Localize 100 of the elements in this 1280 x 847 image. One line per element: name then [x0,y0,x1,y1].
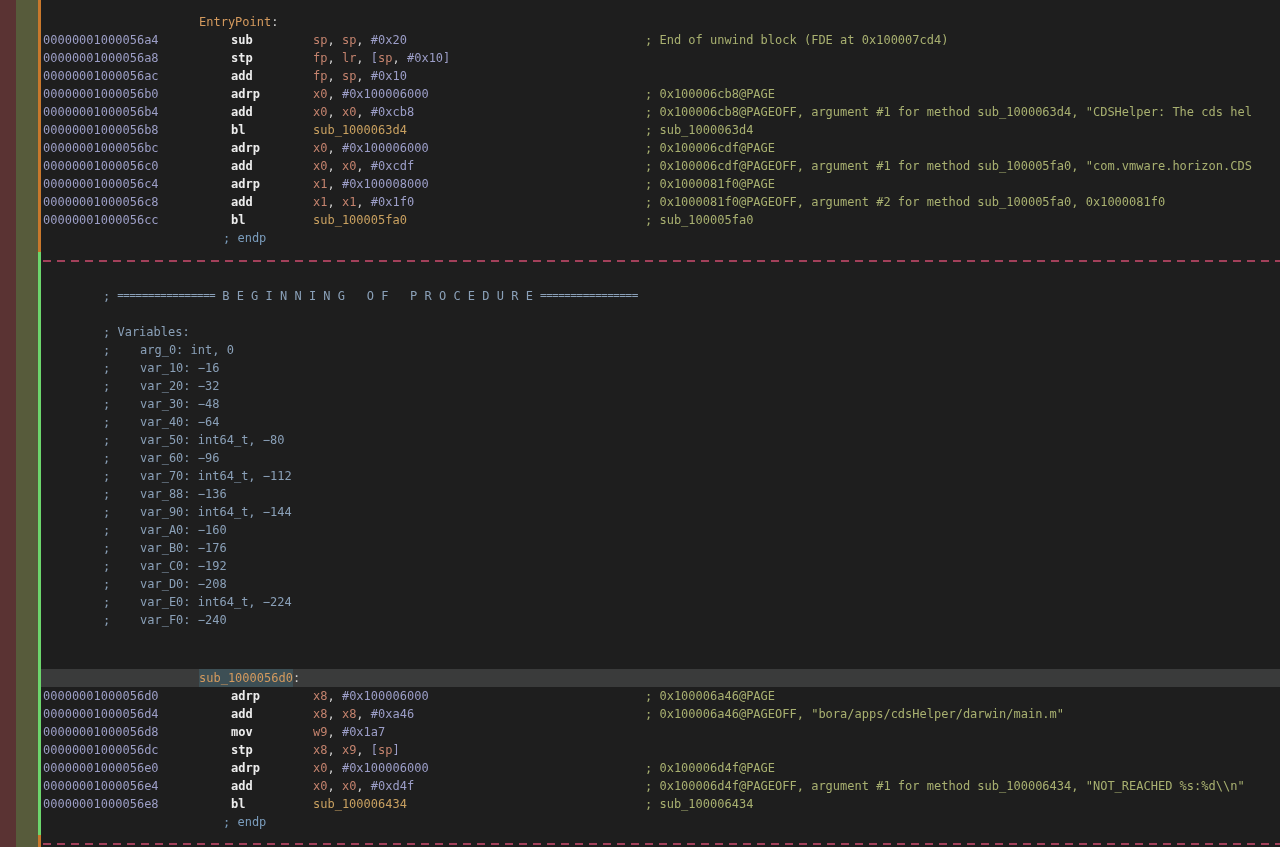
comment-mark: ; [103,288,111,305]
operands: x1, #0x100008000 [313,176,430,193]
comment-mark: ; [103,486,112,503]
comment: ; sub_100005fa0 [645,212,754,229]
mnemonic: add [231,706,254,723]
comment-mark: ; [103,450,112,467]
variable-entry: var_A0: −160 [140,522,227,539]
comment: ; sub_100006434 [645,796,754,813]
comment: ; 0x100006cb8@PAGEOFF, argument #1 for method sub_1000063d4, "CDSHelper: The cds hel [645,104,1252,121]
operands: x0, #0x100006000 [313,140,430,157]
mnemonic: adrp [231,140,261,157]
comment-mark: ; [103,522,112,539]
address: 00000001000056b0 [43,86,160,103]
comment-mark: ; [103,576,112,593]
comment-mark: ; [103,504,112,521]
comment-mark: ; [103,612,112,629]
address: 00000001000056a4 [43,32,160,49]
comment-mark: ; [103,540,112,557]
address: 00000001000056ac [43,68,160,85]
variable-entry: var_F0: −240 [140,612,227,629]
operands: sp, sp, #0x20 [313,32,408,49]
comment: ; sub_1000063d4 [645,122,754,139]
mnemonic: bl [231,122,247,139]
variable-entry: var_20: −32 [140,378,220,395]
procedure-header: B E G I N N I N G O F P R O C E D U R E [222,288,533,305]
header-rule: ================ [117,288,216,304]
comment: ; 0x100006cdf@PAGE [645,140,776,157]
operands: x1, x1, #0x1f0 [313,194,416,211]
address: 00000001000056b8 [43,122,160,139]
comment-mark: ; [103,558,112,575]
variable-entry: var_90: int64_t, −144 [140,504,292,521]
mnemonic: adrp [231,688,261,705]
address: 00000001000056e0 [43,760,160,777]
operands: sub_100006434 [313,796,408,813]
address: 00000001000056d0 [43,688,160,705]
address: 00000001000056c8 [43,194,160,211]
procedure-label[interactable]: sub_1000056d0 [199,669,293,687]
operands: x0, x0, #0xcb8 [313,104,416,121]
operands: fp, lr, [sp, #0x10] [313,50,452,67]
address: 00000001000056cc [43,212,160,229]
mnemonic: add [231,194,254,211]
operands: sub_1000063d4 [313,122,408,139]
mnemonic: bl [231,212,247,229]
operands: w9, #0x1a7 [313,724,387,741]
address: 00000001000056bc [43,140,160,157]
variable-entry: var_40: −64 [140,414,220,431]
comment-mark: ; [103,468,112,485]
variables-heading: ; Variables: [103,324,190,341]
operands: x0, x0, #0xd4f [313,778,416,795]
operands: fp, sp, #0x10 [313,68,408,85]
variable-entry: var_B0: −176 [140,540,227,557]
variable-entry: var_70: int64_t, −112 [140,468,292,485]
mnemonic: adrp [231,176,261,193]
comment: ; 0x100006cdf@PAGEOFF, argument #1 for method sub_100005fa0, "com.vmware.horizon.CDS [645,158,1252,175]
variable-entry: var_30: −48 [140,396,220,413]
mnemonic: stp [231,50,254,67]
mnemonic: add [231,778,254,795]
comment: ; 0x100006d4f@PAGE [645,760,776,777]
variable-entry: var_60: −96 [140,450,220,467]
comment: ; 0x1000081f0@PAGE [645,176,776,193]
label-colon: : [271,14,279,31]
address: 00000001000056e4 [43,778,160,795]
operands: x0, #0x100006000 [313,86,430,103]
endp-comment: ; endp [223,230,267,247]
mnemonic: add [231,158,254,175]
operands: x0, #0x100006000 [313,760,430,777]
address: 00000001000056a8 [43,50,160,67]
operands: sub_100005fa0 [313,212,408,229]
address: 00000001000056b4 [43,104,160,121]
endp-comment: ; endp [223,814,267,831]
operands: x8, #0x100006000 [313,688,430,705]
variable-entry: arg_0: int, 0 [140,342,234,359]
variable-entry: var_88: −136 [140,486,227,503]
mnemonic: mov [231,724,254,741]
comment: ; 0x100006a46@PAGEOFF, "bora/apps/cdsHelper/darwin/main.m" [645,706,1065,723]
comment: ; 0x100006cb8@PAGE [645,86,776,103]
operands: x0, x0, #0xcdf [313,158,416,175]
mnemonic: bl [231,796,247,813]
address: 00000001000056e8 [43,796,160,813]
comment: ; End of unwind block (FDE at 0x100007cd4) [645,32,949,49]
address: 00000001000056c0 [43,158,160,175]
mnemonic: adrp [231,86,261,103]
address: 00000001000056d8 [43,724,160,741]
comment: ; 0x1000081f0@PAGEOFF, argument #2 for method sub_100005fa0, 0x1000081f0 [645,194,1166,211]
procedure-label[interactable]: EntryPoint [199,13,272,31]
comment-mark: ; [103,378,112,395]
label-colon: : [292,670,301,687]
mnemonic: stp [231,742,254,759]
address: 00000001000056d4 [43,706,160,723]
address: 00000001000056c4 [43,176,160,193]
operands: x8, x8, #0xa46 [313,706,416,723]
comment-mark: ; [103,396,112,413]
comment-mark: ; [103,594,112,611]
comment-mark: ; [103,414,112,431]
comment-mark: ; [103,342,112,359]
comment-mark: ; [103,432,112,449]
address: 00000001000056dc [43,742,160,759]
comment: ; 0x100006a46@PAGE [645,688,776,705]
variable-entry: var_50: int64_t, −80 [140,432,285,449]
mnemonic: sub [231,32,254,49]
